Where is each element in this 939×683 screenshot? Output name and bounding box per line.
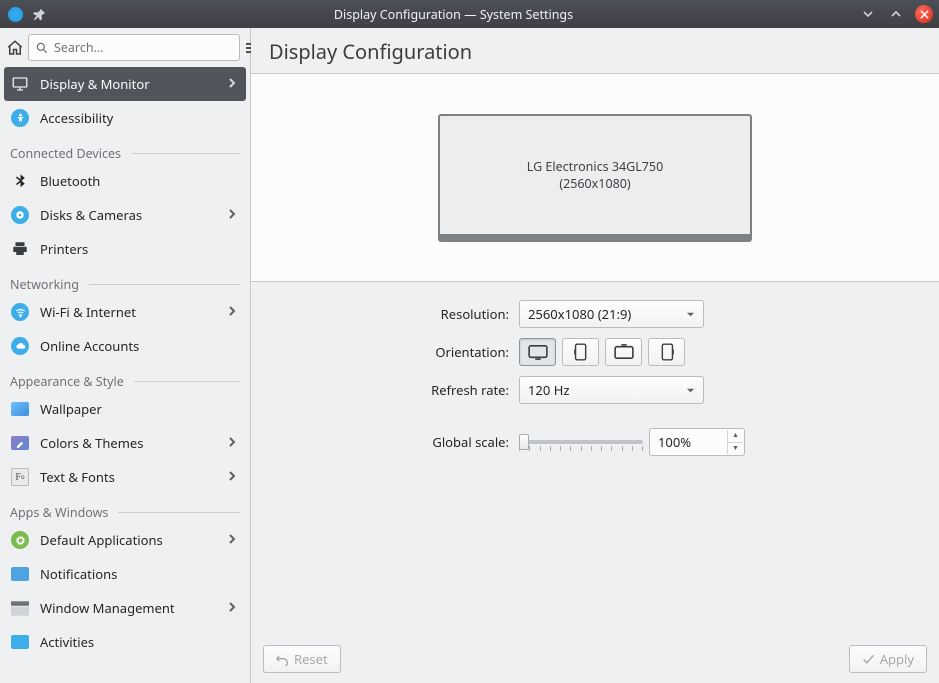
refresh-rate-select[interactable]: 120 Hz — [519, 376, 704, 404]
sidebar-heading-apps-windows: Apps & Windows — [0, 494, 250, 523]
sidebar-item-online-accounts[interactable]: Online Accounts — [0, 329, 250, 363]
chevron-down-icon — [686, 381, 695, 399]
monitor-display[interactable]: LG Electronics 34GL750 (2560x1080) — [438, 114, 752, 242]
search-field[interactable] — [54, 39, 233, 56]
monitor-resolution: (2560x1080) — [559, 175, 630, 192]
font-icon: Fo — [10, 467, 30, 487]
cloud-icon — [10, 336, 30, 356]
chevron-right-icon — [226, 75, 240, 93]
sidebar-item-label: Disks & Cameras — [40, 206, 226, 224]
resolution-select[interactable]: 2560x1080 (21:9) — [519, 300, 704, 328]
sidebar-item-label: Display & Monitor — [40, 75, 226, 93]
activities-icon — [10, 632, 30, 652]
sidebar-item-text-fonts[interactable]: Fo Text & Fonts — [0, 460, 250, 494]
chevron-right-icon — [226, 303, 240, 321]
sidebar-item-label: Online Accounts — [40, 337, 240, 355]
sidebar-item-accessibility[interactable]: Accessibility — [0, 101, 250, 135]
maximize-button[interactable] — [887, 5, 905, 23]
spinner-up-button[interactable]: ▲ — [727, 430, 743, 443]
undo-icon — [276, 653, 289, 666]
bluetooth-icon — [10, 171, 30, 191]
sidebar: Display & Monitor Accessibility Connecte… — [0, 28, 251, 683]
sidebar-item-label: Activities — [40, 633, 240, 651]
gear-icon — [10, 530, 30, 550]
chevron-right-icon — [226, 206, 240, 224]
orientation-landscape-button[interactable] — [519, 338, 556, 366]
minimize-button[interactable] — [859, 5, 877, 23]
sidebar-item-colors-themes[interactable]: Colors & Themes — [0, 426, 250, 460]
sidebar-item-window-management[interactable]: Window Management — [0, 591, 250, 625]
sidebar-heading-appearance: Appearance & Style — [0, 363, 250, 392]
sidebar-item-notifications[interactable]: Notifications — [0, 557, 250, 591]
check-icon — [862, 653, 875, 666]
label-orientation: Orientation: — [271, 343, 519, 361]
search-input[interactable] — [28, 34, 240, 61]
sidebar-item-label: Window Management — [40, 599, 226, 617]
sidebar-item-label: Bluetooth — [40, 172, 240, 190]
spinner-value: 100% — [658, 433, 691, 451]
search-icon — [35, 41, 49, 55]
palette-icon — [10, 433, 30, 453]
monitor-icon — [10, 74, 30, 94]
page-header: Display Configuration — [251, 28, 939, 74]
sidebar-heading-connected-devices: Connected Devices — [0, 135, 250, 164]
pin-icon[interactable] — [30, 5, 48, 23]
apply-button[interactable]: Apply — [849, 645, 927, 673]
sidebar-list[interactable]: Display & Monitor Accessibility Connecte… — [0, 67, 250, 683]
wifi-icon — [10, 302, 30, 322]
label-global-scale: Global scale: — [271, 433, 519, 451]
sidebar-item-label: Accessibility — [40, 109, 240, 127]
titlebar: Display Configuration — System Settings — [0, 0, 939, 28]
sidebar-heading-networking: Networking — [0, 266, 250, 295]
orientation-portrait-left-button[interactable] — [562, 338, 599, 366]
sidebar-item-bluetooth[interactable]: Bluetooth — [0, 164, 250, 198]
home-button[interactable] — [6, 36, 24, 60]
window-title: Display Configuration — System Settings — [48, 6, 859, 23]
sidebar-item-printers[interactable]: Printers — [0, 232, 250, 266]
select-value: 2560x1080 (21:9) — [528, 305, 631, 323]
orientation-landscape-flipped-button[interactable] — [605, 338, 642, 366]
reset-button[interactable]: Reset — [263, 645, 341, 673]
spinner-down-button[interactable]: ▼ — [727, 443, 743, 455]
sidebar-item-label: Text & Fonts — [40, 468, 226, 486]
label-resolution: Resolution: — [271, 305, 519, 323]
sidebar-item-wifi[interactable]: Wi-Fi & Internet — [0, 295, 250, 329]
sidebar-item-display-monitor[interactable]: Display & Monitor — [4, 67, 246, 101]
monitor-name: LG Electronics 34GL750 — [527, 158, 663, 175]
sidebar-item-disks-cameras[interactable]: Disks & Cameras — [0, 198, 250, 232]
orientation-portrait-right-button[interactable] — [648, 338, 685, 366]
sidebar-item-label: Notifications — [40, 565, 240, 583]
printer-icon — [10, 239, 30, 259]
chevron-down-icon — [686, 305, 695, 323]
sidebar-item-wallpaper[interactable]: Wallpaper — [0, 392, 250, 426]
sidebar-item-label: Printers — [40, 240, 240, 258]
chevron-right-icon — [226, 531, 240, 549]
global-scale-spinner[interactable]: 100% ▲ ▼ — [649, 428, 745, 456]
sidebar-item-default-applications[interactable]: Default Applications — [0, 523, 250, 557]
select-value: 120 Hz — [528, 381, 569, 399]
label-refresh-rate: Refresh rate: — [271, 381, 519, 399]
wallpaper-icon — [10, 399, 30, 419]
accessibility-icon — [10, 108, 30, 128]
global-scale-slider[interactable] — [519, 432, 643, 452]
close-button[interactable] — [915, 5, 933, 23]
chevron-right-icon — [226, 468, 240, 486]
app-logo-icon — [6, 5, 24, 23]
sidebar-item-label: Wi-Fi & Internet — [40, 303, 226, 321]
sidebar-item-label: Wallpaper — [40, 400, 240, 418]
chevron-right-icon — [226, 434, 240, 452]
chevron-right-icon — [226, 599, 240, 617]
sidebar-item-label: Colors & Themes — [40, 434, 226, 452]
page-title: Display Configuration — [269, 38, 923, 65]
disk-icon — [10, 205, 30, 225]
main-panel: Display Configuration LG Electronics 34G… — [251, 28, 939, 683]
window-icon — [10, 598, 30, 618]
notification-icon — [10, 564, 30, 584]
sidebar-item-activities[interactable]: Activities — [0, 625, 250, 659]
sidebar-item-label: Default Applications — [40, 531, 226, 549]
monitor-preview[interactable]: LG Electronics 34GL750 (2560x1080) — [251, 74, 939, 282]
